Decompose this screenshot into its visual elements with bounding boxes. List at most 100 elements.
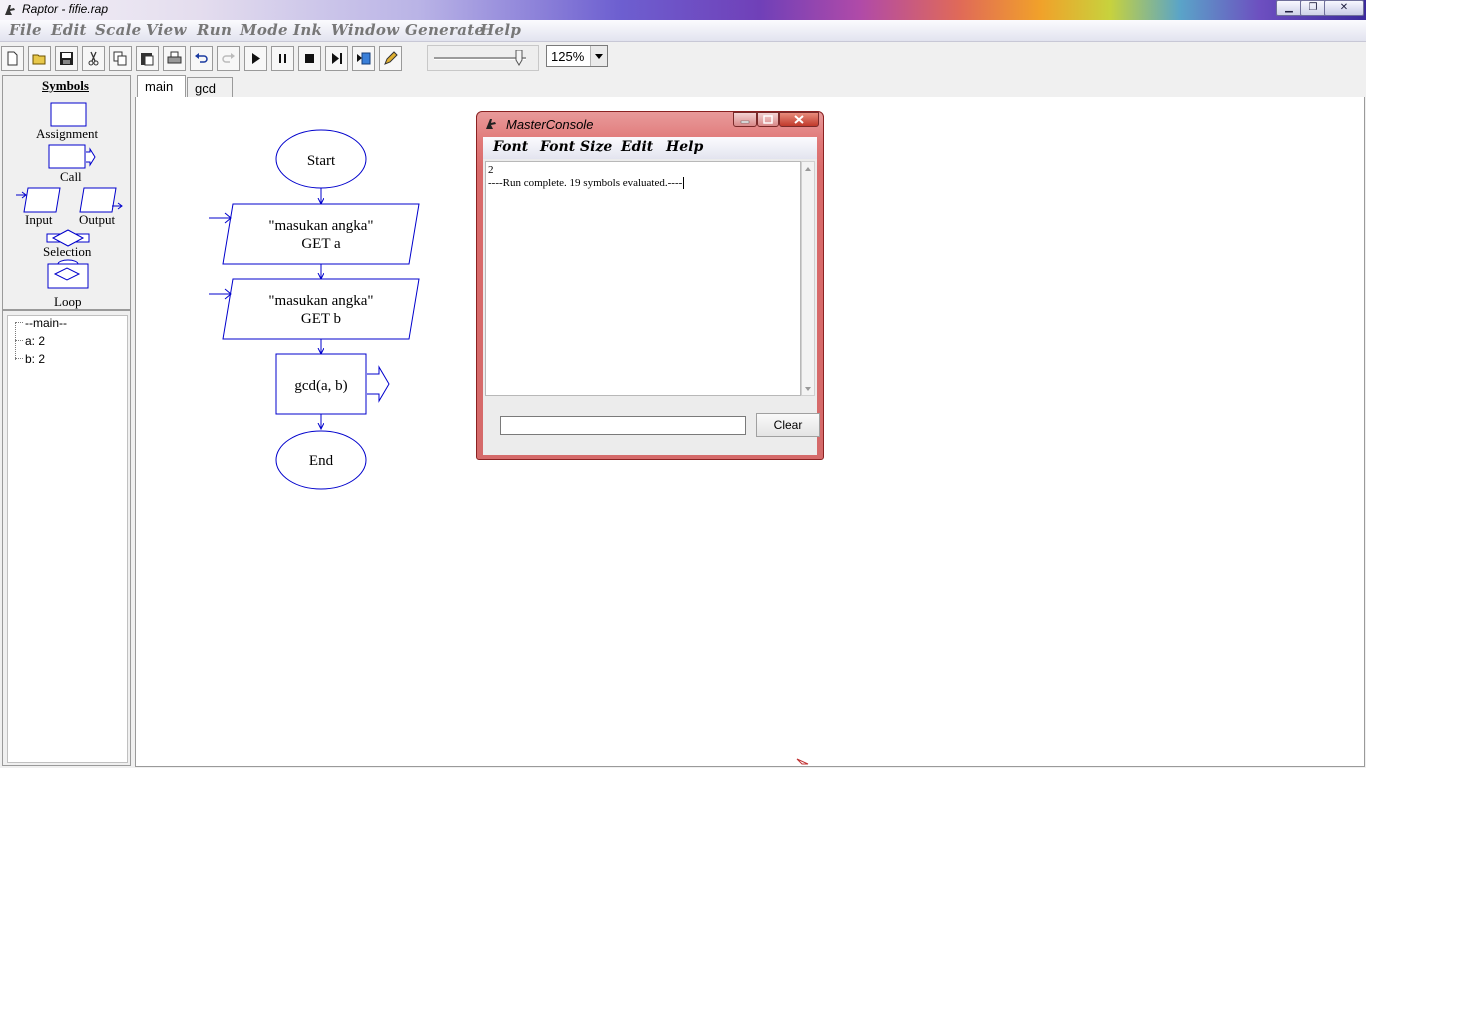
console-minimize-button[interactable]: [733, 112, 757, 127]
close-icon: [794, 115, 804, 124]
input-arrow-icon: [209, 288, 232, 300]
input-node-a[interactable]: "masukan angka" GET a: [209, 203, 420, 265]
zoom-dropdown-button[interactable]: [590, 46, 607, 66]
raptor-app-icon: [486, 119, 496, 129]
call-arrow-icon: [367, 365, 390, 403]
input-b-get: GET b: [301, 311, 341, 327]
zoom-select[interactable]: 125%: [546, 45, 608, 67]
console-input-field[interactable]: [500, 416, 746, 435]
menu-edit[interactable]: Edit: [51, 21, 87, 39]
cut-button[interactable]: [82, 46, 105, 71]
zoom-slider[interactable]: [427, 45, 539, 71]
console-menu-font[interactable]: Font: [493, 139, 528, 155]
variable-watch-panel: --main-- a: 2 b: 2: [2, 310, 131, 766]
pause-icon: [279, 54, 286, 63]
assignment-symbol-icon[interactable]: [50, 102, 87, 127]
menu-file[interactable]: File: [9, 21, 42, 39]
close-button[interactable]: ✕: [1324, 0, 1364, 16]
input-arrow-icon: [209, 212, 232, 224]
open-button[interactable]: [28, 46, 51, 71]
new-file-button[interactable]: [1, 46, 24, 71]
open-folder-icon: [32, 54, 46, 65]
scroll-down-icon: [805, 387, 811, 391]
console-menu-font-size[interactable]: Font Size: [540, 139, 612, 155]
call-node-gcd[interactable]: gcd(a, b): [275, 353, 390, 415]
title-bar: Raptor - fifie.rap ▁ ❐ ✕: [0, 0, 1366, 21]
tree-var-a[interactable]: a: 2: [25, 334, 45, 348]
console-scrollbar[interactable]: [801, 161, 815, 396]
menu-ink[interactable]: Ink: [293, 21, 322, 39]
tab-main[interactable]: main: [137, 75, 186, 97]
end-label: End: [309, 453, 334, 469]
tab-gcd[interactable]: gcd: [187, 77, 233, 99]
input-a-get: GET a: [301, 236, 341, 252]
menu-run[interactable]: Run: [197, 21, 232, 39]
scroll-up-icon: [805, 167, 811, 171]
input-node-b[interactable]: "masukan angka" GET b: [209, 278, 420, 340]
console-output-line: 2: [488, 164, 494, 176]
menu-bar: File Edit Scale View Run Mode Ink Window…: [0, 20, 1366, 42]
test-server-icon: [357, 52, 371, 65]
save-icon: [60, 52, 73, 65]
console-close-button[interactable]: [779, 112, 819, 127]
menu-mode[interactable]: Mode: [240, 21, 288, 39]
call-symbol-icon[interactable]: [48, 144, 96, 169]
paste-icon: [141, 53, 154, 66]
maximize-button[interactable]: ❐: [1300, 0, 1326, 16]
stop-button[interactable]: [298, 46, 321, 71]
step-button[interactable]: [325, 46, 348, 71]
menu-help[interactable]: Help: [480, 21, 521, 39]
clear-button[interactable]: Clear: [756, 413, 820, 437]
window-title: Raptor - fifie.rap: [22, 2, 109, 16]
tree-root-main[interactable]: --main--: [25, 316, 67, 330]
mouse-cursor-icon: [796, 758, 809, 765]
output-symbol-icon[interactable]: [79, 187, 123, 213]
master-console-window: MasterConsole Font Font Size Edit Help 2…: [476, 111, 824, 460]
raptor-window: Raptor - fifie.rap ▁ ❐ ✕ File Edit Scale…: [0, 0, 1366, 768]
print-button[interactable]: [163, 46, 186, 71]
console-menu-edit[interactable]: Edit: [621, 139, 653, 155]
scrollbar-arrows: [805, 167, 811, 391]
menu-view[interactable]: View: [146, 21, 187, 39]
test-server-button[interactable]: [352, 46, 375, 71]
output-label: Output: [79, 212, 116, 227]
minimize-button[interactable]: ▁: [1276, 0, 1302, 16]
call-label: Call: [60, 169, 82, 184]
selection-label: Selection: [43, 244, 92, 259]
toolbar: 125%: [0, 43, 1366, 73]
console-body: Font Font Size Edit Help 2 ----Run compl…: [483, 137, 820, 455]
new-file-icon: [7, 51, 18, 66]
tree-var-b[interactable]: b: 2: [25, 352, 45, 366]
slider-track: [434, 57, 526, 60]
console-output[interactable]: 2 ----Run complete. 19 symbols evaluated…: [485, 161, 801, 396]
menu-window[interactable]: Window: [331, 21, 399, 39]
undo-button[interactable]: [190, 46, 213, 71]
step-icon: [332, 53, 342, 64]
menu-scale[interactable]: Scale: [95, 21, 141, 39]
console-maximize-button[interactable]: [757, 112, 779, 127]
zoom-value: 125%: [551, 49, 585, 64]
copy-icon: [113, 51, 127, 66]
start-label: Start: [307, 153, 336, 169]
pause-button[interactable]: [271, 46, 294, 71]
end-node[interactable]: End: [275, 430, 367, 490]
menu-generate[interactable]: Generate: [405, 21, 484, 39]
raptor-app-icon: [5, 5, 15, 15]
save-button[interactable]: [55, 46, 78, 71]
console-menu-help[interactable]: Help: [666, 139, 703, 155]
ink-pen-button[interactable]: [379, 46, 402, 71]
print-icon: [167, 51, 182, 64]
undo-icon: [195, 53, 208, 63]
input-b-prompt: "masukan angka": [268, 293, 373, 309]
play-button[interactable]: [244, 46, 267, 71]
paste-button[interactable]: [136, 46, 159, 71]
start-node[interactable]: Start: [275, 129, 367, 189]
slider-thumb[interactable]: [515, 50, 523, 66]
loop-symbol-icon[interactable]: [47, 259, 89, 289]
input-label: Input: [25, 212, 53, 227]
copy-button[interactable]: [109, 46, 132, 71]
input-a-prompt: "masukan angka": [268, 218, 373, 234]
input-symbol-icon[interactable]: [16, 187, 61, 213]
redo-button[interactable]: [217, 46, 240, 71]
variable-tree: --main-- a: 2 b: 2: [7, 315, 128, 763]
